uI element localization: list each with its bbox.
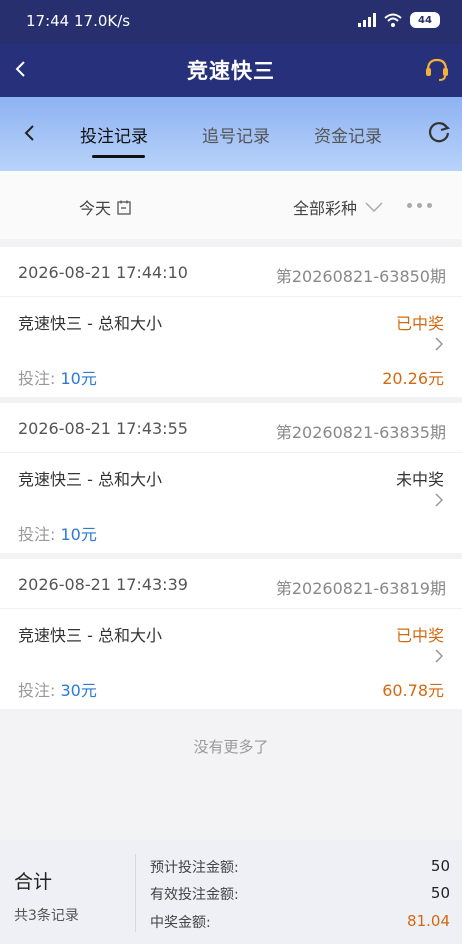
record-win-amount: 20.26元: [382, 369, 444, 388]
bet-label: 投注:: [18, 369, 56, 388]
calendar-icon: [117, 200, 131, 215]
record-datetime: 2026-08-21 17:43:55: [18, 419, 188, 438]
app-bar: 竞速快三: [0, 44, 462, 97]
tab-bet-records[interactable]: 投注记录: [80, 122, 148, 147]
summary-win: 中奖金额: 81.04: [150, 912, 450, 932]
signal-icon: [358, 13, 376, 27]
summary-label: 合计: [14, 871, 53, 893]
record-issue: 第20260821-63835期: [275, 423, 446, 442]
lottery-filter[interactable]: 全部彩种: [293, 195, 383, 219]
bet-amount: 10元: [60, 369, 97, 388]
tab-bar: 投注记录 追号记录 资金记录: [0, 97, 462, 171]
record-card[interactable]: 2026-08-21 17:44:10 第20260821-63850期 竞速快…: [0, 247, 462, 397]
summary-divider: [135, 854, 136, 932]
record-bet: 投注: 10元: [18, 521, 97, 545]
chevron-right-icon[interactable]: [434, 648, 444, 664]
tab-back-icon[interactable]: [20, 121, 40, 145]
record-status: 未中奖: [395, 470, 444, 489]
bet-label: 投注:: [18, 681, 56, 700]
summary-footer: 合计 共3条记录 预计投注金额: 50 有效投注金额: 50 中奖金额: 81.…: [0, 840, 462, 944]
page-title: 竞速快三: [187, 59, 275, 83]
summary-valid-bet: 有效投注金额: 50: [150, 884, 450, 904]
record-card[interactable]: 2026-08-21 17:43:55 第20260821-63835期 竞速快…: [0, 403, 462, 553]
record-status: 已中奖: [395, 626, 444, 645]
record-header: 2026-08-21 17:44:10 第20260821-63850期: [0, 247, 462, 297]
valid-bet-label: 有效投注金额:: [150, 887, 239, 903]
bet-amount: 10元: [60, 525, 97, 544]
record-header: 2026-08-21 17:43:55 第20260821-63835期: [0, 403, 462, 453]
record-datetime: 2026-08-21 17:44:10: [18, 263, 188, 282]
expected-bet-value: 50: [430, 857, 450, 875]
record-game: 竞速快三 - 总和大小: [18, 470, 162, 489]
more-icon[interactable]: [407, 203, 432, 208]
summary-count: 共3条记录: [14, 908, 79, 924]
record-bet: 投注: 10元: [18, 365, 97, 389]
status-time: 17:44 17.0K/s: [26, 12, 131, 30]
filter-bar: 今天 全部彩种: [0, 171, 462, 239]
tab-fund-records[interactable]: 资金记录: [314, 122, 382, 147]
record-status: 已中奖: [395, 314, 444, 333]
win-label: 中奖金额:: [150, 915, 211, 931]
lottery-filter-label: 全部彩种: [293, 199, 358, 218]
wifi-icon: [384, 13, 402, 27]
refresh-icon[interactable]: [426, 119, 452, 145]
valid-bet-value: 50: [430, 884, 450, 902]
record-bet: 投注: 30元: [18, 677, 97, 701]
date-filter-label: 今天: [79, 199, 112, 218]
record-issue: 第20260821-63850期: [275, 267, 446, 286]
record-issue: 第20260821-63819期: [275, 579, 446, 598]
record-card[interactable]: 2026-08-21 17:43:39 第20260821-63819期 竞速快…: [0, 559, 462, 709]
chevron-down-icon: [365, 202, 383, 212]
tab-chase-records[interactable]: 追号记录: [202, 122, 270, 147]
bet-label: 投注:: [18, 525, 56, 544]
status-icons: 44: [358, 12, 440, 28]
record-datetime: 2026-08-21 17:43:39: [18, 575, 188, 594]
battery-icon: 44: [410, 12, 440, 28]
chevron-right-icon[interactable]: [434, 336, 444, 352]
expected-bet-label: 预计投注金额:: [150, 860, 239, 876]
no-more-text: 没有更多了: [193, 738, 269, 756]
record-header: 2026-08-21 17:43:39 第20260821-63819期: [0, 559, 462, 609]
date-filter[interactable]: 今天: [79, 195, 131, 219]
record-game: 竞速快三 - 总和大小: [18, 314, 162, 333]
record-win-amount: 60.78元: [382, 681, 444, 700]
bet-amount: 30元: [60, 681, 97, 700]
chevron-right-icon[interactable]: [434, 492, 444, 508]
status-bar: 17:44 17.0K/s 44: [0, 0, 462, 44]
customer-service-icon[interactable]: [424, 56, 450, 84]
active-tab-indicator: [92, 155, 145, 158]
win-value: 81.04: [407, 912, 450, 930]
record-game: 竞速快三 - 总和大小: [18, 626, 162, 645]
summary-expected-bet: 预计投注金额: 50: [150, 857, 450, 877]
